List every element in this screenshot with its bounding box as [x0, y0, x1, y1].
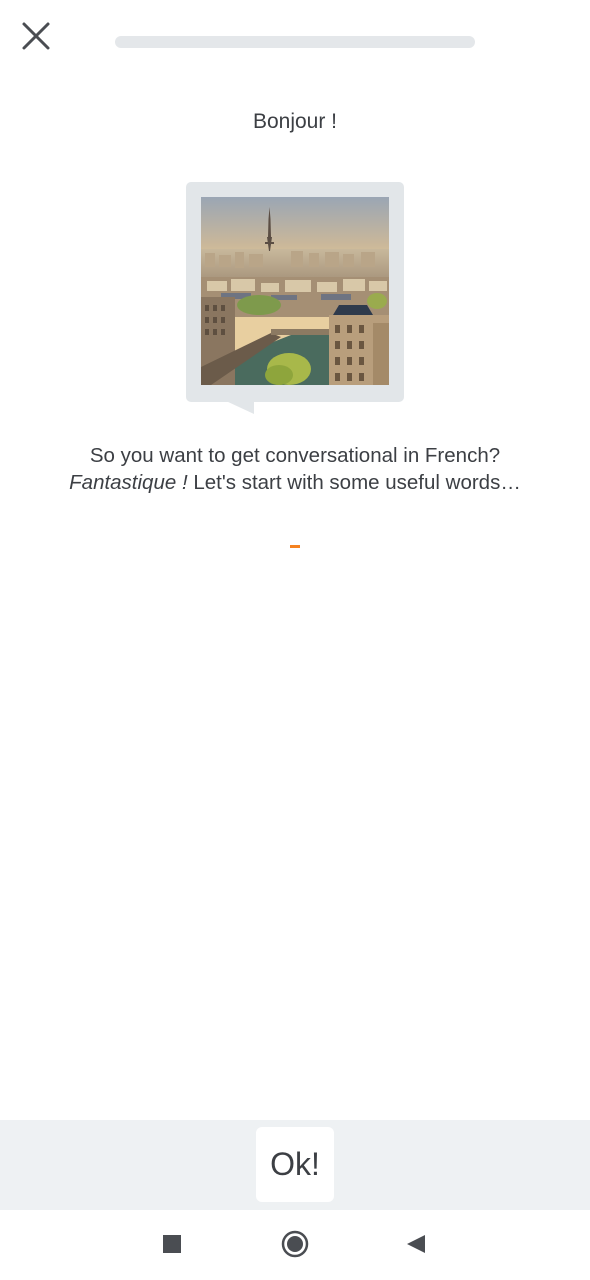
close-icon — [22, 22, 50, 50]
home-button[interactable] — [275, 1224, 315, 1264]
intro-line-1: So you want to get conversational in Fre… — [89, 444, 501, 467]
greeting-title: Bonjour ! — [252, 110, 338, 133]
ok-button[interactable]: Ok! — [256, 1127, 334, 1202]
triangle-back-icon — [407, 1235, 425, 1253]
circle-home-icon — [281, 1230, 309, 1258]
loading-indicator — [290, 545, 300, 548]
recents-button[interactable] — [152, 1224, 192, 1264]
close-button[interactable] — [14, 14, 58, 58]
speech-bubble-tail — [226, 401, 254, 414]
square-recents-icon — [163, 1235, 181, 1253]
paris-photo — [201, 197, 389, 385]
back-button[interactable] — [396, 1224, 436, 1264]
paris-skyline-illustration — [201, 197, 389, 385]
intro-line-2-rest: Let's start with some useful words… — [187, 471, 521, 494]
intro-line-2: Fantastique ! Let's start with some usef… — [20, 469, 570, 496]
intro-text: So you want to get conversational in Fre… — [20, 442, 570, 496]
intro-emphasis: Fantastique ! — [69, 471, 188, 494]
lesson-progress-bar — [115, 36, 475, 48]
